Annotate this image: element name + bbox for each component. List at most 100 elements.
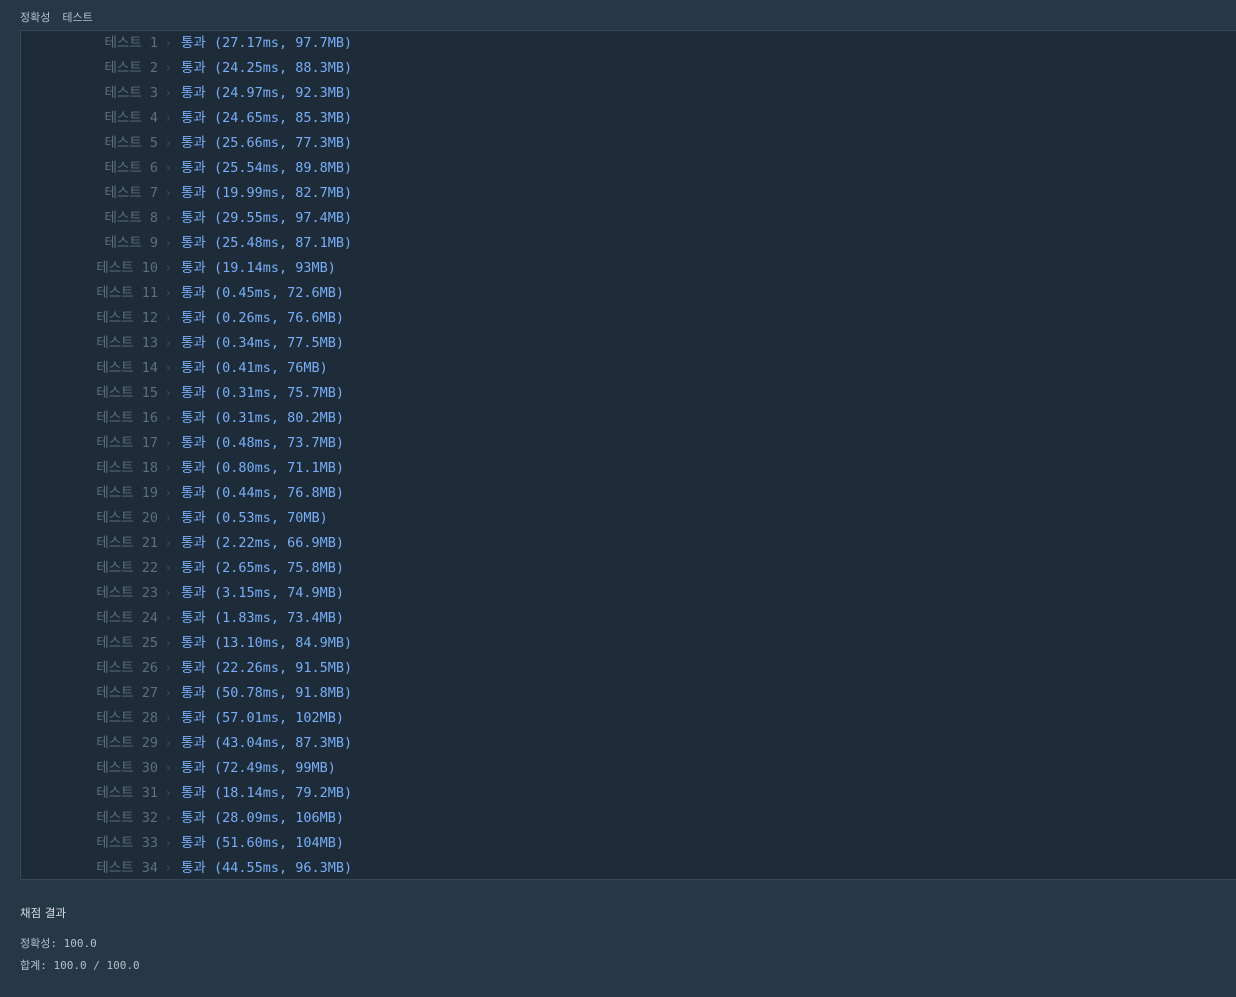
summary-total: 합계: 100.0 / 100.0 [20, 959, 140, 972]
test-result: 통과 (13.10ms, 84.9MB) [181, 635, 353, 651]
chevron-right-icon: › [166, 661, 171, 675]
test-label: 테스트 17 [96, 435, 158, 451]
test-result: 통과 (25.54ms, 89.8MB) [181, 160, 353, 176]
grading-summary: 채점 결과 정확성: 100.0 합계: 100.0 / 100.0 [20, 905, 140, 977]
chevron-right-icon: › [166, 411, 171, 425]
chevron-right-icon: › [166, 61, 171, 75]
test-label: 테스트 21 [96, 535, 158, 551]
test-label: 테스트 23 [96, 585, 158, 601]
test-result: 통과 (44.55ms, 96.3MB) [181, 860, 353, 876]
accuracy-label: 정확성 [20, 11, 51, 24]
test-result: 통과 (0.44ms, 76.8MB) [181, 485, 345, 501]
chevron-right-icon: › [166, 486, 171, 500]
chevron-right-icon: › [166, 436, 171, 450]
test-result: 통과 (19.14ms, 93MB) [181, 260, 336, 276]
chevron-right-icon: › [166, 86, 171, 100]
test-result: 통과 (24.65ms, 85.3MB) [181, 110, 353, 126]
summary-title: 채점 결과 [20, 906, 66, 920]
test-result: 통과 (0.80ms, 71.1MB) [181, 460, 345, 476]
test-result: 통과 (43.04ms, 87.3MB) [181, 735, 353, 751]
chevron-right-icon: › [166, 336, 171, 350]
test-label: 테스트 28 [96, 710, 158, 726]
test-label: 테스트 9 [104, 235, 158, 251]
test-result: 통과 (18.14ms, 79.2MB) [181, 785, 353, 801]
test-results-panel: 테스트 1 › 통과 (27.17ms, 97.7MB) 테스트 2 › 통과 (24.2… [20, 30, 1236, 880]
test-label: 테스트 15 [96, 385, 158, 401]
test-result: 통과 (0.41ms, 76MB) [181, 360, 328, 376]
chevron-right-icon: › [166, 811, 171, 825]
chevron-right-icon: › [166, 136, 171, 150]
test-label: 테스트 5 [104, 135, 158, 151]
test-label: 테스트 24 [96, 610, 158, 626]
chevron-right-icon: › [166, 36, 171, 50]
chevron-right-icon: › [166, 286, 171, 300]
test-result: 통과 (2.22ms, 66.9MB) [181, 535, 345, 551]
test-label: 테스트 26 [96, 660, 158, 676]
chevron-right-icon: › [166, 361, 171, 375]
test-label: 테스트 14 [96, 360, 158, 376]
chevron-right-icon: › [166, 761, 171, 775]
chevron-right-icon: › [166, 111, 171, 125]
chevron-right-icon: › [166, 236, 171, 250]
test-label: 테스트 27 [96, 685, 158, 701]
test-label: 테스트 25 [96, 635, 158, 651]
test-result: 통과 (1.83ms, 73.4MB) [181, 610, 345, 626]
test-label: 테스트 19 [96, 485, 158, 501]
chevron-right-icon: › [166, 461, 171, 475]
test-result: 통과 (0.48ms, 73.7MB) [181, 435, 345, 451]
test-result: 통과 (57.01ms, 102MB) [181, 710, 345, 726]
test-result: 통과 (72.49ms, 99MB) [181, 760, 336, 776]
test-label: 테스트 3 [104, 85, 158, 101]
test-result: 통과 (24.97ms, 92.3MB) [181, 85, 353, 101]
chevron-right-icon: › [166, 211, 171, 225]
chevron-right-icon: › [166, 161, 171, 175]
test-label: 테스트 16 [96, 410, 158, 426]
test-label: 테스트 32 [96, 810, 158, 826]
chevron-right-icon: › [166, 311, 171, 325]
test-label: 테스트 31 [96, 785, 158, 801]
test-label: 테스트 30 [96, 760, 158, 776]
test-result: 통과 (27.17ms, 97.7MB) [181, 35, 353, 51]
test-label: 테스트 [62, 11, 93, 24]
test-label: 테스트 10 [96, 260, 158, 276]
test-label: 테스트 18 [96, 460, 158, 476]
chevron-right-icon: › [166, 861, 171, 875]
test-result: 통과 (29.55ms, 97.4MB) [181, 210, 353, 226]
test-label: 테스트 2 [104, 60, 158, 76]
test-result: 통과 (0.53ms, 70MB) [181, 510, 328, 526]
chevron-right-icon: › [166, 736, 171, 750]
test-label: 테스트 34 [96, 860, 158, 876]
test-label: 테스트 7 [104, 185, 158, 201]
test-result: 통과 (2.65ms, 75.8MB) [181, 560, 345, 576]
test-label: 테스트 22 [96, 560, 158, 576]
chevron-right-icon: › [166, 686, 171, 700]
test-label: 테스트 29 [96, 735, 158, 751]
test-label: 테스트 6 [104, 160, 158, 176]
test-result: 통과 (28.09ms, 106MB) [181, 810, 345, 826]
test-label: 테스트 20 [96, 510, 158, 526]
test-result: 통과 (0.34ms, 77.5MB) [181, 335, 345, 351]
summary-accuracy: 정확성: 100.0 [20, 937, 97, 950]
chevron-right-icon: › [166, 261, 171, 275]
test-result: 통과 (22.26ms, 91.5MB) [181, 660, 353, 676]
chevron-right-icon: › [166, 561, 171, 575]
test-result: 통과 (50.78ms, 91.8MB) [181, 685, 353, 701]
test-result: 통과 (25.66ms, 77.3MB) [181, 135, 353, 151]
test-result: 통과 (0.26ms, 76.6MB) [181, 310, 345, 326]
test-label: 테스트 12 [96, 310, 158, 326]
test-result: 통과 (19.99ms, 82.7MB) [181, 185, 353, 201]
chevron-right-icon: › [166, 586, 171, 600]
test-label: 테스트 11 [96, 285, 158, 301]
chevron-right-icon: › [166, 536, 171, 550]
chevron-right-icon: › [166, 711, 171, 725]
test-result: 통과 (0.45ms, 72.6MB) [181, 285, 345, 301]
test-result: 통과 (0.31ms, 80.2MB) [181, 410, 345, 426]
test-result: 통과 (25.48ms, 87.1MB) [181, 235, 353, 251]
test-label: 테스트 33 [96, 835, 158, 851]
test-result: 통과 (24.25ms, 88.3MB) [181, 60, 353, 76]
chevron-right-icon: › [166, 636, 171, 650]
section-header: 정확성 테스트 [20, 9, 105, 25]
chevron-right-icon: › [166, 611, 171, 625]
chevron-right-icon: › [166, 786, 171, 800]
test-result: 통과 (3.15ms, 74.9MB) [181, 585, 345, 601]
